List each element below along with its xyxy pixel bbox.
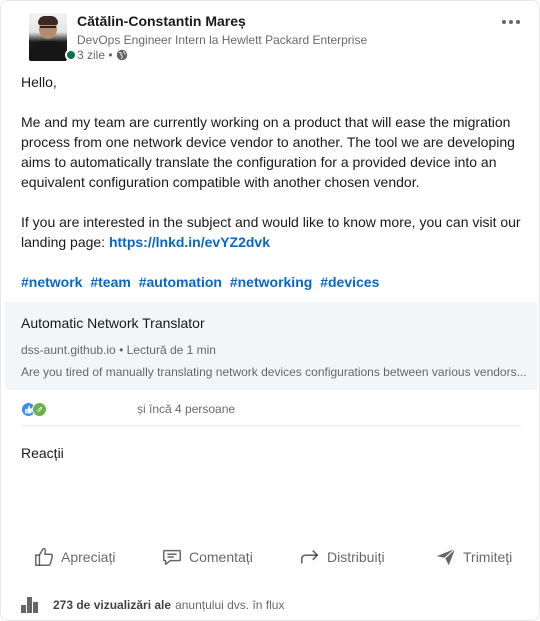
hashtag-team[interactable]: #team <box>90 274 130 290</box>
like-button[interactable]: Apreciați <box>33 541 115 573</box>
send-label: Trimiteți <box>463 549 513 565</box>
author-headline: DevOps Engineer Intern la Hewlett Packar… <box>77 33 368 47</box>
post-views[interactable]: 273 de vizualizări ale anunțului dvs. în… <box>21 595 284 615</box>
reaction-icons <box>21 401 55 417</box>
post-paragraph: Me and my team are currently working on … <box>21 114 515 190</box>
bar-chart-icon <box>21 597 43 613</box>
link-preview-card[interactable]: Automatic Network Translator dss-aunt.gi… <box>5 302 537 390</box>
comment-label: Comentați <box>189 549 253 565</box>
post-card: Cătălin-Constantin Mareș DevOps Engineer… <box>0 0 540 621</box>
divider <box>21 425 521 426</box>
repost-button[interactable]: Distribuiți <box>299 541 385 573</box>
hashtag-network[interactable]: #network <box>21 274 82 290</box>
preview-source: dss-aunt.github.io • Lectură de 1 min <box>21 343 216 357</box>
online-status-indicator <box>65 49 77 61</box>
social-counts[interactable]: și încă 4 persoane <box>21 399 521 419</box>
views-suffix: anunțului dvs. în flux <box>175 598 285 612</box>
post-meta: 3 zile • <box>77 48 128 62</box>
like-label: Apreciați <box>61 549 116 565</box>
hashtag-networking[interactable]: #networking <box>230 274 312 290</box>
preview-title: Automatic Network Translator <box>21 315 205 331</box>
reactions-count-text: și încă 4 persoane <box>137 402 236 416</box>
repost-label: Distribuiți <box>327 549 385 565</box>
landing-page-link[interactable]: https://lnkd.in/evYZ2dvk <box>109 234 270 250</box>
more-options-button[interactable] <box>495 11 527 33</box>
more-dots-icon <box>502 20 506 24</box>
action-bar: Apreciați Comentați Distribuiți Trimiteț… <box>21 541 531 573</box>
views-count: 273 de vizualizări ale <box>53 598 172 612</box>
preview-description: Are you tired of manually translating ne… <box>21 365 527 379</box>
share-arrow-icon <box>300 549 319 564</box>
hashtag-list: #network #team #automation #networking #… <box>21 272 383 292</box>
post-paragraph-with-link: If you are interested in the subject and… <box>21 212 531 252</box>
globe-icon <box>116 49 127 61</box>
hashtag-devices[interactable]: #devices <box>320 274 379 290</box>
post-age: 3 zile • <box>77 48 113 62</box>
post-body: Hello, Me and my team are currently work… <box>21 72 531 252</box>
author-avatar[interactable] <box>29 13 77 63</box>
send-button[interactable]: Trimiteți <box>435 541 512 573</box>
author-name[interactable]: Cătălin-Constantin Mareș <box>77 13 246 29</box>
reactions-heading: Reacții <box>21 445 64 461</box>
post-paragraph: Hello, <box>21 74 57 90</box>
avatar-photo <box>29 13 67 61</box>
thumbs-up-icon <box>35 547 54 566</box>
comment-icon <box>163 549 181 566</box>
support-icon <box>32 402 47 417</box>
hashtag-automation[interactable]: #automation <box>139 274 222 290</box>
send-icon <box>436 548 456 566</box>
post-paragraph-text: If you are interested in the subject and… <box>21 214 521 250</box>
comment-button[interactable]: Comentați <box>161 541 253 573</box>
post-header: Cătălin-Constantin Mareș DevOps Engineer… <box>21 11 521 67</box>
